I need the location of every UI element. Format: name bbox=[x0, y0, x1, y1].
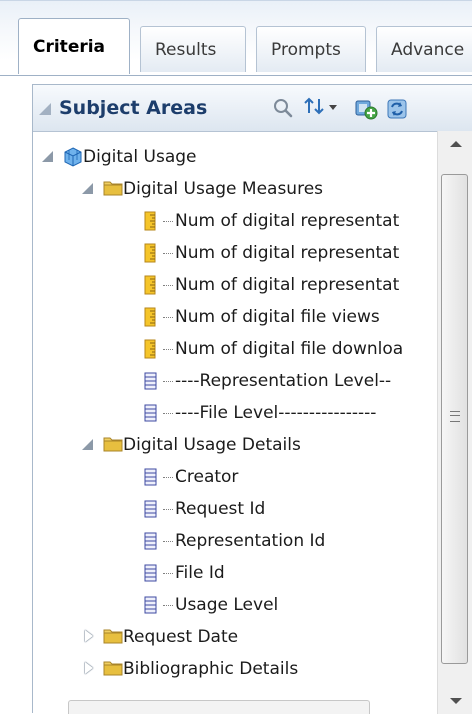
tree-item-measure[interactable]: Num of digital representat bbox=[143, 205, 399, 237]
tree-item-attribute[interactable]: Representation Id bbox=[143, 525, 325, 557]
tab-underline bbox=[0, 75, 472, 76]
tree-item-attribute[interactable]: ----File Level---------------- bbox=[143, 397, 376, 429]
tree-node-label: ----Representation Level-- bbox=[175, 371, 392, 391]
folder-icon bbox=[103, 627, 123, 647]
tree-connector bbox=[163, 284, 173, 286]
top-divider bbox=[0, 0, 472, 1]
attribute-column-icon bbox=[143, 595, 161, 615]
tree-connector bbox=[163, 476, 173, 478]
attribute-column-icon bbox=[143, 499, 161, 519]
attribute-column-icon bbox=[143, 531, 161, 551]
tab-results[interactable]: Results bbox=[140, 26, 246, 72]
horizontal-scrollbar[interactable] bbox=[68, 700, 370, 714]
subject-area-tree: Digital Usage Digital Usage Measures Num… bbox=[33, 131, 437, 714]
attribute-column-icon bbox=[143, 371, 161, 391]
measure-ruler-icon bbox=[143, 211, 161, 231]
tree-item-attribute[interactable]: ----Representation Level-- bbox=[143, 365, 391, 397]
scroll-up-arrow-icon[interactable] bbox=[438, 131, 472, 157]
tree-item-attribute[interactable]: File Id bbox=[143, 557, 225, 589]
collapsed-triangle-icon[interactable] bbox=[81, 661, 97, 677]
tree-item-measure[interactable]: Num of digital representat bbox=[143, 237, 399, 269]
tab-advanced[interactable]: Advance bbox=[376, 26, 472, 72]
tree-connector bbox=[163, 508, 173, 510]
tree-node-label: Usage Level bbox=[175, 595, 279, 615]
tree-folder-digital-usage-measures[interactable]: Digital Usage Measures bbox=[81, 173, 323, 205]
tree-item-attribute[interactable]: Request Id bbox=[143, 493, 265, 525]
expanded-triangle-icon[interactable] bbox=[41, 149, 57, 165]
cube-icon bbox=[63, 147, 82, 167]
tree-node-label: Representation Id bbox=[175, 531, 326, 551]
expanded-triangle-icon[interactable] bbox=[81, 437, 97, 453]
attribute-column-icon bbox=[143, 467, 161, 487]
tree-connector bbox=[163, 412, 173, 414]
folder-icon bbox=[103, 435, 123, 455]
tree-node-label: Num of digital representat bbox=[175, 243, 400, 263]
tree-node-label: Request Date bbox=[123, 627, 239, 647]
tree-node-label: Digital Usage Details bbox=[123, 435, 301, 455]
refresh-icon[interactable] bbox=[385, 97, 411, 125]
scroll-down-arrow-icon[interactable] bbox=[438, 688, 472, 714]
tree-node-label: Num of digital file views bbox=[175, 307, 380, 327]
grip-icon bbox=[450, 411, 460, 422]
tree-folder-bibliographic-details[interactable]: Bibliographic Details bbox=[81, 653, 298, 685]
tree-node-label: File Id bbox=[175, 563, 225, 583]
add-subject-area-icon[interactable] bbox=[353, 97, 379, 125]
tree-item-measure[interactable]: Num of digital file views bbox=[143, 301, 380, 333]
tab-criteria[interactable]: Criteria bbox=[18, 18, 130, 74]
tree-connector bbox=[163, 348, 173, 350]
tab-prompts[interactable]: Prompts bbox=[256, 26, 366, 72]
search-icon[interactable] bbox=[272, 97, 294, 123]
measure-ruler-icon bbox=[143, 243, 161, 263]
collapse-panel-icon[interactable] bbox=[39, 103, 51, 115]
tree-node-label: Creator bbox=[175, 467, 239, 487]
tree-node-label: Num of digital representat bbox=[175, 211, 400, 231]
tree-folder-request-date[interactable]: Request Date bbox=[81, 621, 238, 653]
tree-item-attribute[interactable]: Usage Level bbox=[143, 589, 278, 621]
measure-ruler-icon bbox=[143, 307, 161, 327]
tree-folder-digital-usage-details[interactable]: Digital Usage Details bbox=[81, 429, 301, 461]
tree-node-digital-usage[interactable]: Digital Usage bbox=[41, 141, 197, 173]
panel-title: Subject Areas bbox=[59, 97, 208, 119]
tree-connector bbox=[163, 380, 173, 382]
tree-node-label: Num of digital representat bbox=[175, 275, 400, 295]
sort-dropdown-icon[interactable] bbox=[303, 97, 339, 123]
subject-areas-panel: Subject Areas Digital Usage Digital Usag… bbox=[32, 84, 472, 714]
tree-item-measure[interactable]: Num of digital representat bbox=[143, 269, 399, 301]
tree-connector bbox=[163, 572, 173, 574]
tree-connector bbox=[163, 252, 173, 254]
tree-node-label: Request Id bbox=[175, 499, 266, 519]
tree-node-label: Digital Usage bbox=[83, 147, 197, 167]
tree-node-label: Bibliographic Details bbox=[123, 659, 299, 679]
tab-bar: Criteria Results Prompts Advance bbox=[0, 18, 472, 76]
folder-icon bbox=[103, 179, 123, 199]
attribute-column-icon bbox=[143, 403, 161, 423]
tree-connector bbox=[163, 604, 173, 606]
tree-node-label: Num of digital file downloa bbox=[175, 339, 404, 359]
measure-ruler-icon bbox=[143, 275, 161, 295]
attribute-column-icon bbox=[143, 563, 161, 583]
measure-ruler-icon bbox=[143, 339, 161, 359]
expanded-triangle-icon[interactable] bbox=[81, 181, 97, 197]
panel-header: Subject Areas bbox=[33, 85, 472, 132]
tree-item-measure[interactable]: Num of digital file downloa bbox=[143, 333, 403, 365]
tree-connector bbox=[163, 220, 173, 222]
folder-icon bbox=[103, 659, 123, 679]
vertical-scrollbar[interactable] bbox=[437, 131, 472, 714]
tree-item-attribute[interactable]: Creator bbox=[143, 461, 238, 493]
scrollbar-thumb[interactable] bbox=[441, 174, 468, 664]
tree-connector bbox=[163, 316, 173, 318]
tree-node-label: ----File Level---------------- bbox=[175, 403, 377, 423]
tree-connector bbox=[163, 540, 173, 542]
collapsed-triangle-icon[interactable] bbox=[81, 629, 97, 645]
tree-node-label: Digital Usage Measures bbox=[123, 179, 324, 199]
